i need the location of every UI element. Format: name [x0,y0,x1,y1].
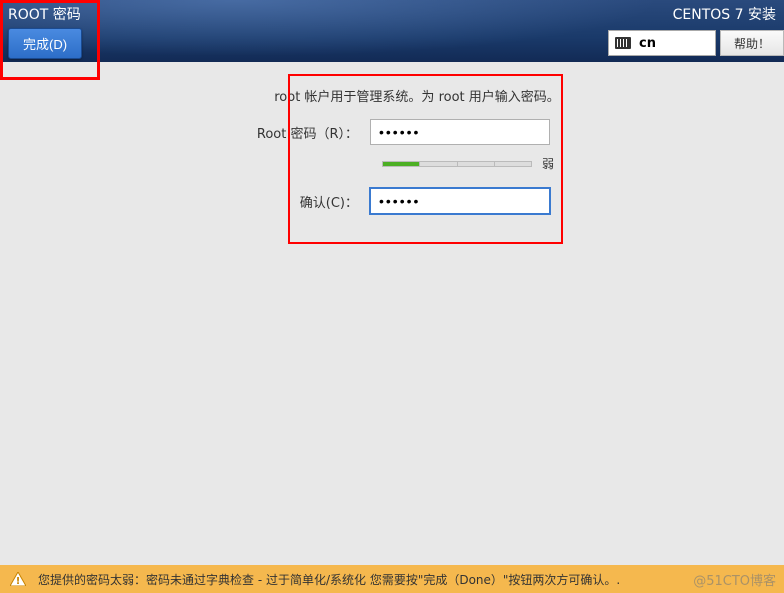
keyboard-icon [615,37,631,49]
page-title: ROOT 密码 [8,4,82,28]
help-button[interactable]: 帮助！ [720,30,784,56]
confirm-label: 确认(C)： [40,192,370,211]
warning-bar: ! 您提供的密码太弱：密码未通过字典检查 - 过于简单化/系统化 您需要按"完成… [0,565,784,593]
root-password-input[interactable] [370,119,550,145]
password-strength-meter [382,161,532,167]
password-label: Root 密码（R）： [40,123,370,142]
watermark-text: @51CTO博客 [693,570,776,589]
confirm-password-input[interactable] [370,188,550,214]
header-bar: ROOT 密码 完成(D) CENTOS 7 安装 cn 帮助！ [0,0,784,62]
password-strength-row: 弱 [370,155,744,172]
main-content: root 帐户用于管理系统。为 root 用户输入密码。 Root 密码（R）：… [0,62,784,214]
svg-text:!: ! [16,576,21,586]
warning-icon: ! [10,572,26,586]
warning-message: 您提供的密码太弱：密码未通过字典检查 - 过于简单化/系统化 您需要按"完成（D… [38,571,620,588]
password-row: Root 密码（R）： [40,119,744,145]
keyboard-layout-selector[interactable]: cn [608,30,716,56]
instruction-text: root 帐户用于管理系统。为 root 用户输入密码。 [90,86,744,105]
install-title: CENTOS 7 安装 [673,0,784,30]
done-button[interactable]: 完成(D) [8,28,82,59]
confirm-row: 确认(C)： [40,188,744,214]
keyboard-layout-code: cn [639,36,656,51]
password-strength-text: 弱 [542,155,554,172]
header-left: ROOT 密码 完成(D) [0,0,82,62]
header-right: CENTOS 7 安装 cn 帮助！ [608,0,784,62]
